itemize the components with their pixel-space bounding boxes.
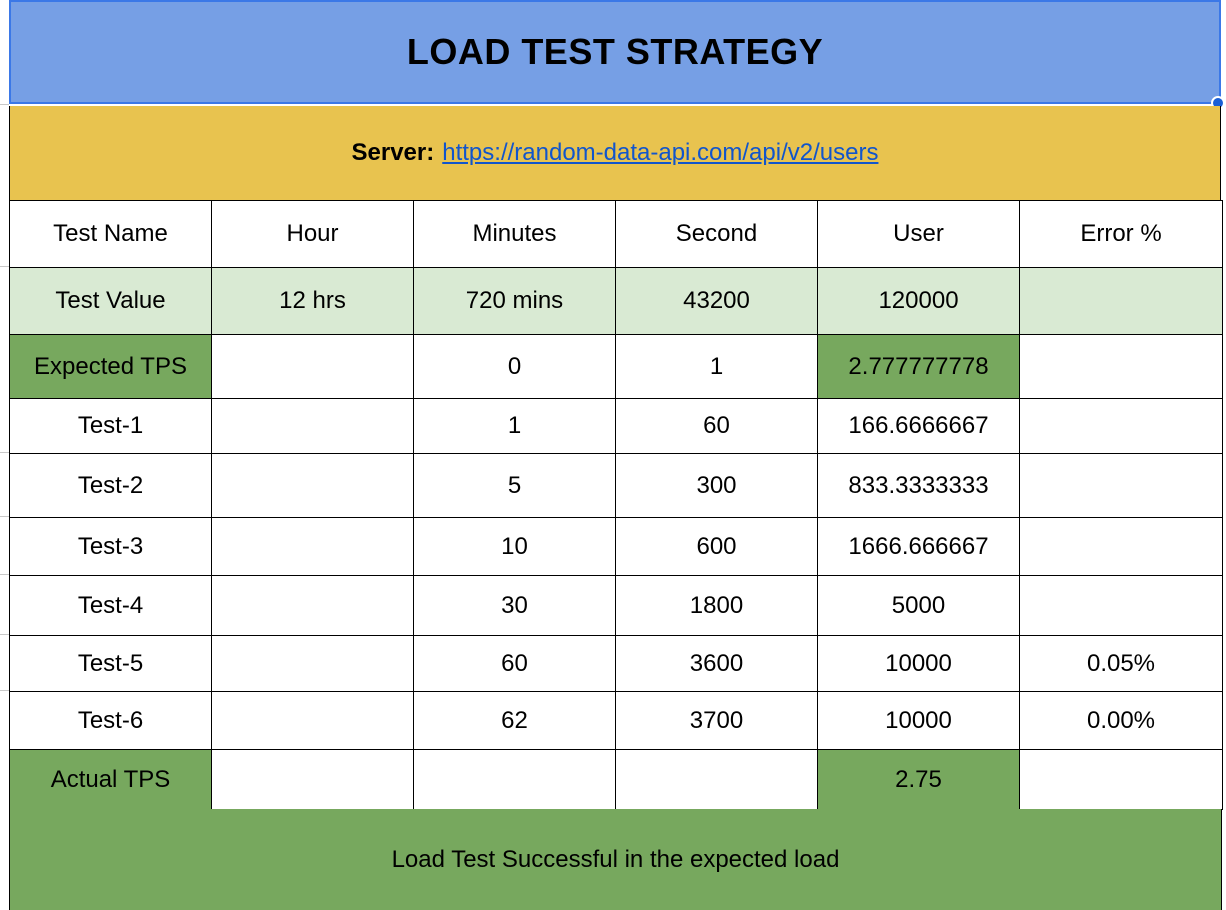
table-cell[interactable]: 12 hrs (211, 267, 414, 335)
table-cell[interactable]: 720 mins (413, 267, 616, 335)
gutter-line (0, 690, 9, 691)
table-cell[interactable]: Test-6 (9, 691, 212, 750)
table-cell[interactable]: Test Value (9, 267, 212, 335)
spreadsheet: LOAD TEST STRATEGY Server: https://rando… (0, 0, 1226, 910)
table-cell[interactable] (211, 691, 414, 750)
gutter-line (0, 634, 9, 635)
server-url-link[interactable]: https://random-data-api.com/api/v2/users (442, 139, 878, 167)
table-row: Test-6 62 3700 10000 0.00% (9, 691, 1223, 750)
gutter-line (0, 266, 9, 267)
table-row: Test-5 60 3600 10000 0.05% (9, 635, 1223, 692)
table-cell[interactable]: 2.75 (817, 749, 1020, 810)
table-row: Test Value 12 hrs 720 mins 43200 120000 (9, 267, 1223, 335)
table-cell[interactable]: 0.05% (1019, 635, 1223, 692)
table-cell[interactable]: 5 (413, 453, 616, 518)
table-cell[interactable]: 43200 (615, 267, 818, 335)
table-cell[interactable]: 10000 (817, 635, 1020, 692)
sheet-title: LOAD TEST STRATEGY (406, 31, 824, 72)
table-cell[interactable]: Expected TPS (9, 334, 212, 399)
table-cell[interactable] (1019, 398, 1223, 454)
server-cell[interactable]: Server: https://random-data-api.com/api/… (9, 106, 1221, 200)
table-cell[interactable] (1019, 453, 1223, 518)
table-cell[interactable]: Test-3 (9, 517, 212, 576)
table-cell[interactable] (413, 749, 616, 810)
table-cell[interactable] (1019, 267, 1223, 335)
result-cell[interactable]: Load Test Successful in the expected loa… (9, 809, 1222, 910)
gutter-line (0, 574, 9, 575)
table-cell[interactable]: 300 (615, 453, 818, 518)
table-row: Test-1 1 60 166.6666667 (9, 398, 1223, 454)
table-cell[interactable]: 10000 (817, 691, 1020, 750)
server-label: Server: (351, 139, 435, 166)
table-cell[interactable]: 1800 (615, 575, 818, 636)
table-cell[interactable] (1019, 749, 1223, 810)
table-cell[interactable]: 1666.666667 (817, 517, 1020, 576)
table-cell[interactable]: 62 (413, 691, 616, 750)
table-cell[interactable]: 120000 (817, 267, 1020, 335)
table-cell[interactable] (1019, 334, 1223, 399)
table-cell[interactable]: 166.6666667 (817, 398, 1020, 454)
table-cell[interactable]: 600 (615, 517, 818, 576)
table-cell[interactable]: 1 (615, 334, 818, 399)
table-cell[interactable]: Test-1 (9, 398, 212, 454)
table-cell[interactable]: 3700 (615, 691, 818, 750)
header-cell[interactable]: Hour (211, 200, 414, 268)
gutter-line (0, 452, 9, 453)
table-cell[interactable] (1019, 517, 1223, 576)
table-cell[interactable]: Actual TPS (9, 749, 212, 810)
gutter-line (0, 104, 9, 105)
table-cell[interactable]: Test-2 (9, 453, 212, 518)
table-cell[interactable]: 10 (413, 517, 616, 576)
table-cell[interactable] (211, 575, 414, 636)
table-cell[interactable]: Test-5 (9, 635, 212, 692)
table-cell[interactable] (211, 749, 414, 810)
table-cell[interactable] (1019, 575, 1223, 636)
table-cell[interactable]: 0.00% (1019, 691, 1223, 750)
table-cell[interactable] (211, 517, 414, 576)
result-message: Load Test Successful in the expected loa… (391, 845, 840, 873)
table-cell[interactable] (615, 749, 818, 810)
load-test-table: Test Name Hour Minutes Second User Error… (9, 200, 1223, 810)
table-cell[interactable]: 30 (413, 575, 616, 636)
table-cell[interactable]: 3600 (615, 635, 818, 692)
header-cell[interactable]: Error % (1019, 200, 1223, 268)
header-cell[interactable]: Second (615, 200, 818, 268)
table-cell[interactable] (211, 453, 414, 518)
table-row: Actual TPS 2.75 (9, 749, 1223, 810)
header-cell[interactable]: User (817, 200, 1020, 268)
sheet-title-cell[interactable]: LOAD TEST STRATEGY (9, 0, 1221, 104)
gutter-line (0, 516, 9, 517)
table-cell[interactable]: 5000 (817, 575, 1020, 636)
table-row: Test-4 30 1800 5000 (9, 575, 1223, 636)
table-row: Expected TPS 0 1 2.777777778 (9, 334, 1223, 399)
table-row: Test-3 10 600 1666.666667 (9, 517, 1223, 576)
table-cell[interactable]: 833.3333333 (817, 453, 1020, 518)
table-cell[interactable] (211, 398, 414, 454)
table-cell[interactable]: 2.777777778 (817, 334, 1020, 399)
table-cell[interactable]: 60 (615, 398, 818, 454)
table-cell[interactable] (211, 334, 414, 399)
table-cell[interactable]: Test-4 (9, 575, 212, 636)
table-cell[interactable]: 1 (413, 398, 616, 454)
table-row: Test-2 5 300 833.3333333 (9, 453, 1223, 518)
table-cell[interactable]: 60 (413, 635, 616, 692)
header-cell[interactable]: Test Name (9, 200, 212, 268)
table-header-row: Test Name Hour Minutes Second User Error… (9, 200, 1223, 268)
header-cell[interactable]: Minutes (413, 200, 616, 268)
table-cell[interactable] (211, 635, 414, 692)
table-cell[interactable]: 0 (413, 334, 616, 399)
